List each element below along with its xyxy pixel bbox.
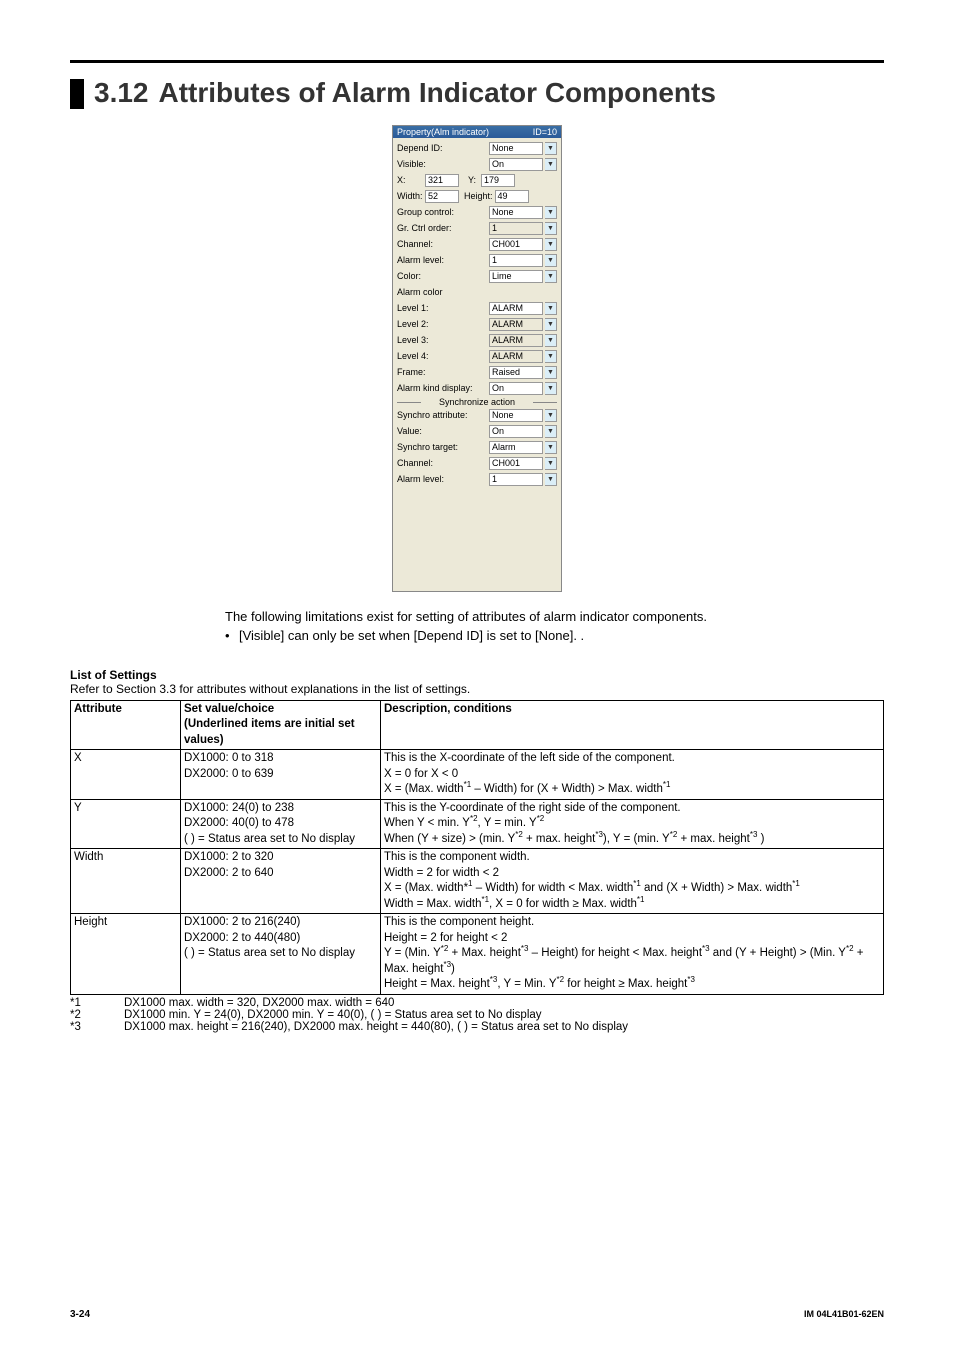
alarm-level-field[interactable]: 1 xyxy=(489,254,543,267)
table-row: Width DX1000: 2 to 320 DX2000: 2 to 640 … xyxy=(71,849,884,914)
x-label: X: xyxy=(397,175,423,185)
level4-field[interactable]: ALARM xyxy=(489,350,543,363)
chevron-down-icon[interactable]: ▼ xyxy=(545,382,557,395)
frame-field[interactable]: Raised xyxy=(489,366,543,379)
chevron-down-icon[interactable]: ▼ xyxy=(545,334,557,347)
level2-field[interactable]: ALARM xyxy=(489,318,543,331)
table-row: X DX1000: 0 to 318 DX2000: 0 to 639 This… xyxy=(71,750,884,800)
x-field[interactable]: 321 xyxy=(425,174,459,187)
channel-label: Channel: xyxy=(397,239,487,249)
chevron-down-icon[interactable]: ▼ xyxy=(545,158,557,171)
visible-field[interactable]: On xyxy=(489,158,543,171)
footer-page-number: 3-24 xyxy=(70,1309,90,1320)
title-rule xyxy=(70,60,884,63)
level4-label: Level 4: xyxy=(397,351,487,361)
sync-action-header: Synchronize action xyxy=(397,397,557,407)
alarm-level2-field[interactable]: 1 xyxy=(489,473,543,486)
alarm-kind-display-label: Alarm kind display: xyxy=(397,383,487,393)
title-text: Attributes of Alarm Indicator Components xyxy=(159,77,716,109)
chevron-down-icon[interactable]: ▼ xyxy=(545,222,557,235)
color-label: Color: xyxy=(397,271,487,281)
group-control-field[interactable]: None xyxy=(489,206,543,219)
value-field[interactable]: On xyxy=(489,425,543,438)
bullet-icon: • xyxy=(225,627,239,646)
depend-id-field[interactable]: None xyxy=(489,142,543,155)
chevron-down-icon[interactable]: ▼ xyxy=(545,425,557,438)
synchro-attribute-field[interactable]: None xyxy=(489,409,543,422)
th-desc: Description, conditions xyxy=(381,700,884,750)
chevron-down-icon[interactable]: ▼ xyxy=(545,206,557,219)
chevron-down-icon[interactable]: ▼ xyxy=(545,270,557,283)
footer-doc-id: IM 04L41B01-62EN xyxy=(804,1309,884,1320)
color-field[interactable]: Lime xyxy=(489,270,543,283)
group-control-label: Group control: xyxy=(397,207,487,217)
width-label: Width: xyxy=(397,191,423,201)
page-title: 3.12 Attributes of Alarm Indicator Compo… xyxy=(70,77,884,109)
title-number: 3.12 xyxy=(94,77,149,109)
channel2-field[interactable]: CH001 xyxy=(489,457,543,470)
level3-label: Level 3: xyxy=(397,335,487,345)
chevron-down-icon[interactable]: ▼ xyxy=(545,350,557,363)
gr-ctrl-order-label: Gr. Ctrl order: xyxy=(397,223,487,233)
bullet-text: [Visible] can only be set when [Depend I… xyxy=(239,627,584,646)
chevron-down-icon[interactable]: ▼ xyxy=(545,238,557,251)
property-panel: Property(Alm indicator) ID=10 Depend ID:… xyxy=(392,125,562,592)
alarm-level-label: Alarm level: xyxy=(397,255,487,265)
table-row: Height DX1000: 2 to 216(240) DX2000: 2 t… xyxy=(71,914,884,995)
settings-table: Attribute Set value/choice (Underlined i… xyxy=(70,700,884,995)
title-bar-icon xyxy=(70,79,84,109)
panel-title-right: ID=10 xyxy=(533,127,557,137)
synchro-target-label: Synchro target: xyxy=(397,442,487,452)
chevron-down-icon[interactable]: ▼ xyxy=(545,409,557,422)
level1-label: Level 1: xyxy=(397,303,487,313)
chevron-down-icon[interactable]: ▼ xyxy=(545,318,557,331)
visible-label: Visible: xyxy=(397,159,487,169)
th-set: Set value/choice (Underlined items are i… xyxy=(181,700,381,750)
list-subtext: Refer to Section 3.3 for attributes with… xyxy=(70,682,884,696)
chevron-down-icon[interactable]: ▼ xyxy=(545,142,557,155)
list-heading: List of Settings xyxy=(70,668,884,682)
chevron-down-icon[interactable]: ▼ xyxy=(545,457,557,470)
synchro-attribute-label: Synchro attribute: xyxy=(397,410,487,420)
chevron-down-icon[interactable]: ▼ xyxy=(545,473,557,486)
level3-field[interactable]: ALARM xyxy=(489,334,543,347)
intro-text: The following limitations exist for sett… xyxy=(225,608,884,627)
panel-title-left: Property(Alm indicator) xyxy=(397,127,489,137)
value-label: Value: xyxy=(397,426,487,436)
y-field[interactable]: 179 xyxy=(481,174,515,187)
height-label: Height: xyxy=(461,191,493,201)
table-row: Y DX1000: 24(0) to 238 DX2000: 40(0) to … xyxy=(71,799,884,849)
y-label: Y: xyxy=(461,175,479,185)
height-field[interactable]: 49 xyxy=(495,190,529,203)
channel2-label: Channel: xyxy=(397,458,487,468)
width-field[interactable]: 52 xyxy=(425,190,459,203)
chevron-down-icon[interactable]: ▼ xyxy=(545,254,557,267)
alarm-kind-display-field[interactable]: On xyxy=(489,382,543,395)
th-attribute: Attribute xyxy=(71,700,181,750)
frame-label: Frame: xyxy=(397,367,487,377)
alarm-color-header: Alarm color xyxy=(397,287,557,297)
gr-ctrl-order-field[interactable]: 1 xyxy=(489,222,543,235)
level1-field[interactable]: ALARM xyxy=(489,302,543,315)
panel-titlebar: Property(Alm indicator) ID=10 xyxy=(393,126,561,138)
synchro-target-field[interactable]: Alarm xyxy=(489,441,543,454)
footnotes: *1DX1000 max. width = 320, DX2000 max. w… xyxy=(70,997,884,1033)
depend-id-label: Depend ID: xyxy=(397,143,487,153)
level2-label: Level 2: xyxy=(397,319,487,329)
channel-field[interactable]: CH001 xyxy=(489,238,543,251)
chevron-down-icon[interactable]: ▼ xyxy=(545,366,557,379)
chevron-down-icon[interactable]: ▼ xyxy=(545,302,557,315)
alarm-level2-label: Alarm level: xyxy=(397,474,487,484)
chevron-down-icon[interactable]: ▼ xyxy=(545,441,557,454)
